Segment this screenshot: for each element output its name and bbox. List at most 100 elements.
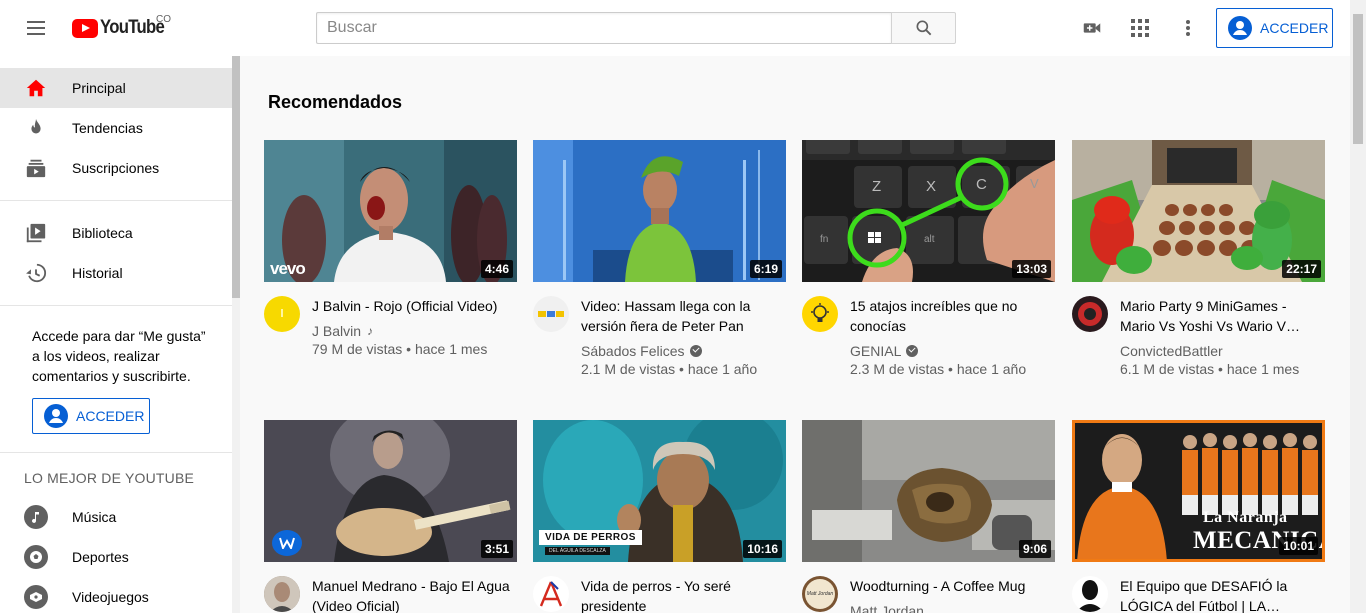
channel-name[interactable]: Sábados Felices [581, 342, 786, 360]
video-title[interactable]: Video: Hassam llega con la versión ñera … [581, 296, 786, 336]
video-card[interactable]: La Naranja MECANICA 10:01 El Equipo que … [1072, 420, 1325, 613]
channel-label: ConvictedBattler [1120, 343, 1223, 359]
sports-icon [24, 545, 48, 569]
channel-name[interactable]: Matt Jordan [850, 602, 1055, 613]
channel-avatar[interactable] [802, 296, 838, 332]
search-bar [316, 12, 956, 44]
video-title[interactable]: Woodturning - A Coffee Mug [850, 576, 1055, 596]
video-stats: 2.1 M de vistas • hace 1 año [581, 361, 758, 377]
top-bar: YouTube CO ACCEDER [0, 0, 1350, 56]
sidebar-item-label: Deportes [72, 549, 129, 565]
sidebar-item-label: Videojuegos [72, 589, 149, 605]
video-stats: 6.1 M de vistas • hace 1 mes [1120, 361, 1300, 377]
video-title[interactable]: El Equipo que DESAFIÓ la LÓGICA del Fútb… [1120, 576, 1325, 613]
home-icon [24, 76, 48, 100]
key-label: Z [872, 178, 882, 195]
settings-menu-button[interactable] [1172, 12, 1204, 44]
sidebar-item-suscripciones[interactable]: Suscripciones [0, 148, 232, 188]
sidebar-item-biblioteca[interactable]: Biblioteca [0, 213, 232, 253]
signin-label: ACCEDER [76, 408, 145, 424]
sidebar-scrollbar-thumb[interactable] [232, 56, 240, 298]
video-title[interactable]: Vida de perros - Yo seré presidente [581, 576, 786, 613]
channel-name[interactable]: J Balvin ♪ [312, 322, 517, 340]
key-label: C [976, 176, 987, 193]
channel-label: Matt Jordan [850, 603, 924, 613]
sidebar-item-musica[interactable]: Música [0, 497, 232, 537]
show-title-overlay: VIDA DE PERROS [539, 530, 642, 545]
video-duration: 10:16 [743, 540, 782, 558]
sidebar-divider [0, 452, 232, 453]
sidebar-item-videojuegos[interactable]: Videojuegos [0, 577, 232, 613]
sidebar-item-tendencias[interactable]: Tendencias [0, 108, 232, 148]
warner-logo-icon [272, 530, 302, 556]
youtube-logo[interactable]: YouTube CO [72, 14, 173, 40]
video-card[interactable]: 3:51 Manuel Medrano - Bajo El Agua (Vide… [264, 420, 517, 613]
verified-badge-icon [906, 345, 919, 357]
gaming-icon [24, 585, 48, 609]
video-card[interactable]: 6:19 Video: Hassam llega con la versión … [533, 140, 786, 378]
sidebar-item-label: Música [72, 509, 117, 525]
video-stats: 2.3 M de vistas • hace 1 año [850, 361, 1027, 377]
video-stats: 79 M de vistas • hace 1 mes [312, 341, 488, 357]
video-thumbnail[interactable]: 3:51 [264, 420, 517, 562]
apps-button[interactable] [1124, 12, 1156, 44]
video-card[interactable]: vevo 4:46 J Balvin - Rojo (Official Vide… [264, 140, 517, 358]
key-label: fn [820, 234, 829, 245]
subscriptions-icon [24, 156, 48, 180]
video-card[interactable]: 22:17 Mario Party 9 MiniGames - Mario Vs… [1072, 140, 1325, 378]
video-title[interactable]: J Balvin - Rojo (Official Video) [312, 296, 517, 316]
channel-avatar[interactable] [264, 296, 300, 332]
video-thumbnail[interactable]: 9:06 [802, 420, 1055, 562]
video-title[interactable]: Manuel Medrano - Bajo El Agua (Video Ofi… [312, 576, 517, 613]
channel-name[interactable]: ConvictedBattler [1120, 342, 1325, 360]
video-card[interactable]: VIDA DE PERROS DEL ÁGUILA DESCALZA 10:16… [533, 420, 786, 613]
search-input[interactable] [316, 12, 891, 44]
video-thumbnail[interactable]: 22:17 [1072, 140, 1325, 282]
verified-badge-icon [689, 345, 702, 357]
key-label: V [1030, 176, 1039, 191]
search-icon [916, 20, 931, 36]
video-thumbnail[interactable]: La Naranja MECANICA 10:01 [1072, 420, 1325, 562]
sidebar: Principal Tendencias Suscripciones Bibli… [0, 56, 232, 613]
video-card[interactable]: Z X C V fn alt 13:03 15 atajos increíble… [802, 140, 1055, 378]
channel-avatar-text: Matt Jordan [805, 579, 835, 609]
sidebar-item-deportes[interactable]: Deportes [0, 537, 232, 577]
menu-icon[interactable] [16, 8, 56, 48]
sidebar-item-historial[interactable]: Historial [0, 253, 232, 293]
create-video-button[interactable] [1076, 12, 1108, 44]
video-camera-icon [1083, 23, 1101, 33]
channel-label: Sábados Felices [581, 343, 685, 359]
video-duration: 10:01 [1279, 537, 1318, 555]
video-card[interactable]: 9:06 Matt Jordan Woodturning - A Coffee … [802, 420, 1055, 613]
youtube-play-icon [72, 18, 98, 38]
channel-name[interactable]: GENIAL [850, 342, 1055, 360]
channel-avatar[interactable]: Matt Jordan [802, 576, 838, 612]
channel-label: GENIAL [850, 343, 902, 359]
channel-avatar[interactable] [533, 576, 569, 612]
video-title[interactable]: Mario Party 9 MiniGames - Mario Vs Yoshi… [1120, 296, 1325, 336]
signin-prompt-box: Accede para dar “Me gusta” a los videos,… [0, 318, 232, 440]
account-icon [1228, 16, 1252, 40]
video-thumbnail[interactable]: vevo 4:46 [264, 140, 517, 282]
page-scrollbar-thumb[interactable] [1353, 14, 1363, 144]
sidebar-divider [0, 305, 232, 306]
channel-avatar[interactable] [533, 296, 569, 332]
channel-avatar[interactable] [264, 576, 300, 612]
key-label: X [926, 178, 937, 195]
logo-text: YouTube [100, 17, 165, 38]
sidebar-item-principal[interactable]: Principal [0, 68, 232, 108]
video-thumbnail[interactable]: 6:19 [533, 140, 786, 282]
video-thumbnail[interactable]: VIDA DE PERROS DEL ÁGUILA DESCALZA 10:16 [533, 420, 786, 562]
sidebar-signin-button[interactable]: ACCEDER [32, 398, 150, 434]
thumb-text-line: La Naranja [1203, 509, 1288, 526]
country-code: CO [156, 14, 171, 25]
video-duration: 22:17 [1282, 260, 1321, 278]
search-button[interactable] [891, 12, 956, 44]
video-title[interactable]: 15 atajos increíbles que no conocías [850, 296, 1055, 336]
account-icon [44, 404, 68, 428]
signin-button[interactable]: ACCEDER [1216, 8, 1333, 48]
video-thumbnail[interactable]: Z X C V fn alt 13:03 [802, 140, 1055, 282]
channel-avatar[interactable] [1072, 296, 1108, 332]
channel-avatar[interactable] [1072, 576, 1108, 612]
sidebar-item-label: Principal [72, 80, 126, 96]
